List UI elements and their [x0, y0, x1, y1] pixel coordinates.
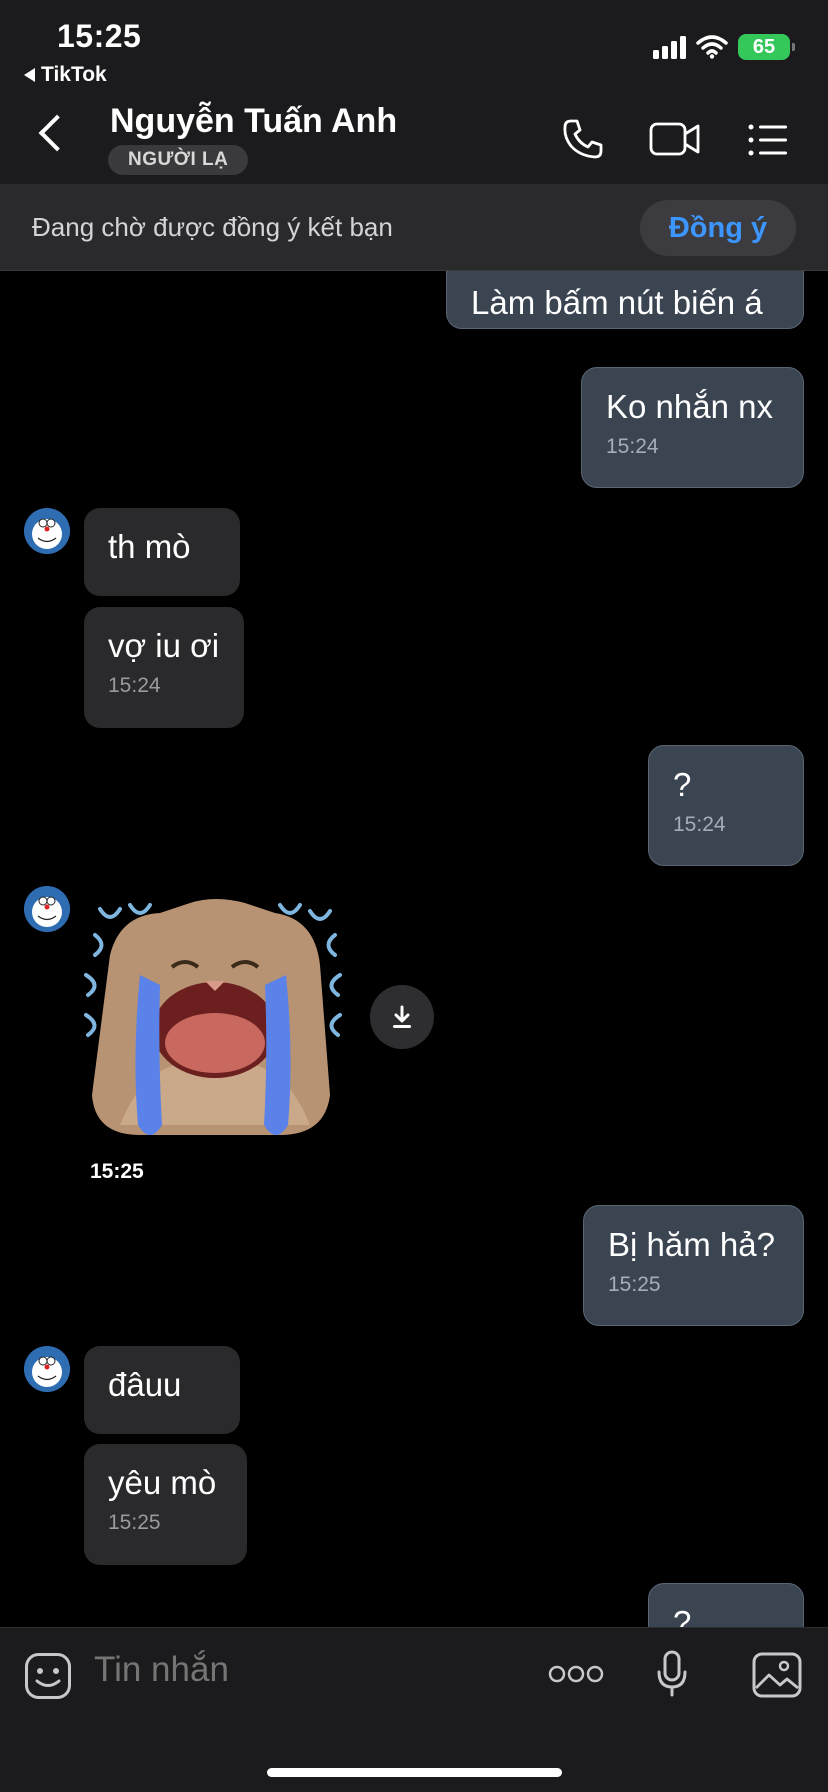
message-bubble-outgoing[interactable]: ? 15:24 — [648, 745, 804, 866]
doraemon-avatar-icon — [24, 886, 70, 932]
status-icons: 65 — [653, 34, 795, 60]
download-icon — [393, 1005, 411, 1028]
message-text: Làm bấm nút biến á — [471, 284, 763, 321]
wifi-icon — [696, 35, 728, 59]
emoji-sticker-icon[interactable] — [24, 1652, 72, 1700]
message-bubble-outgoing[interactable]: ? — [648, 1583, 804, 1627]
contact-avatar[interactable] — [24, 508, 70, 554]
message-time: 15:25 — [108, 1511, 161, 1534]
cellular-signal-icon — [653, 35, 686, 59]
message-bubble-incoming[interactable]: th mò — [84, 508, 240, 596]
message-input[interactable] — [94, 1650, 434, 1690]
battery-level: 65 — [752, 35, 776, 58]
message-composer — [0, 1627, 828, 1792]
message-text: Bị hăm hả? — [608, 1226, 775, 1263]
doraemon-avatar-icon — [24, 1346, 70, 1392]
message-bubble-outgoing[interactable]: Ko nhắn nx 15:24 — [581, 367, 804, 488]
pending-friend-request-bar: Đang chờ được đồng ý kết bạn Đồng ý — [0, 184, 828, 271]
message-text: yêu mò — [108, 1464, 217, 1501]
message-text: đâuu — [108, 1366, 182, 1403]
message-text: ? — [673, 1604, 692, 1627]
message-time: 15:24 — [606, 435, 659, 458]
status-time: 15:25 — [57, 18, 142, 54]
contact-avatar[interactable] — [24, 886, 70, 932]
menu-list-icon[interactable] — [748, 124, 788, 156]
image-gallery-icon[interactable] — [752, 1652, 802, 1698]
message-text: vợ iu ơi — [108, 627, 220, 664]
more-options-icon[interactable] — [548, 1664, 604, 1684]
message-text: th mò — [108, 528, 191, 565]
contact-name[interactable]: Nguyễn Tuấn Anh — [110, 102, 397, 141]
message-text: Ko nhắn nx — [606, 388, 773, 425]
download-sticker-button[interactable] — [370, 985, 434, 1049]
back-chevron-icon[interactable] — [38, 114, 76, 152]
phone-call-icon[interactable] — [562, 118, 604, 160]
message-bubble-incoming[interactable]: đâuu — [84, 1346, 240, 1434]
video-call-icon[interactable] — [649, 120, 701, 158]
back-triangle-icon — [24, 68, 35, 82]
back-to-app-link[interactable]: TikTok — [24, 63, 107, 87]
stranger-badge: NGƯỜI LẠ — [108, 145, 249, 175]
message-bubble-outgoing[interactable]: Làm bấm nút biến á — [446, 271, 804, 329]
sticker-time: 15:25 — [90, 1160, 144, 1183]
message-list[interactable]: Làm bấm nút biến á Ko nhắn nx 15:24 th m… — [0, 271, 828, 1627]
message-time: 15:24 — [673, 813, 726, 836]
message-bubble-outgoing[interactable]: Bị hăm hả? 15:25 — [583, 1205, 804, 1326]
message-bubble-incoming[interactable]: vợ iu ơi 15:24 — [84, 607, 244, 728]
top-bar: 15:25 TikTok 65 Nguyễn Tuấn Anh NGƯỜI LẠ — [0, 0, 828, 184]
crying-cat-sticker[interactable] — [80, 895, 350, 1149]
message-time: 15:24 — [108, 674, 161, 697]
message-text: ? — [673, 766, 692, 803]
message-time: 15:25 — [608, 1273, 661, 1296]
home-indicator[interactable] — [267, 1768, 562, 1777]
microphone-icon[interactable] — [656, 1650, 688, 1698]
back-app-label: TikTok — [41, 63, 107, 86]
contact-avatar[interactable] — [24, 1346, 70, 1392]
accept-friend-button[interactable]: Đồng ý — [640, 200, 796, 256]
battery-icon: 65 — [738, 34, 795, 60]
pending-request-text: Đang chờ được đồng ý kết bạn — [32, 212, 393, 242]
message-bubble-incoming[interactable]: yêu mò 15:25 — [84, 1444, 247, 1565]
doraemon-avatar-icon — [24, 508, 70, 554]
